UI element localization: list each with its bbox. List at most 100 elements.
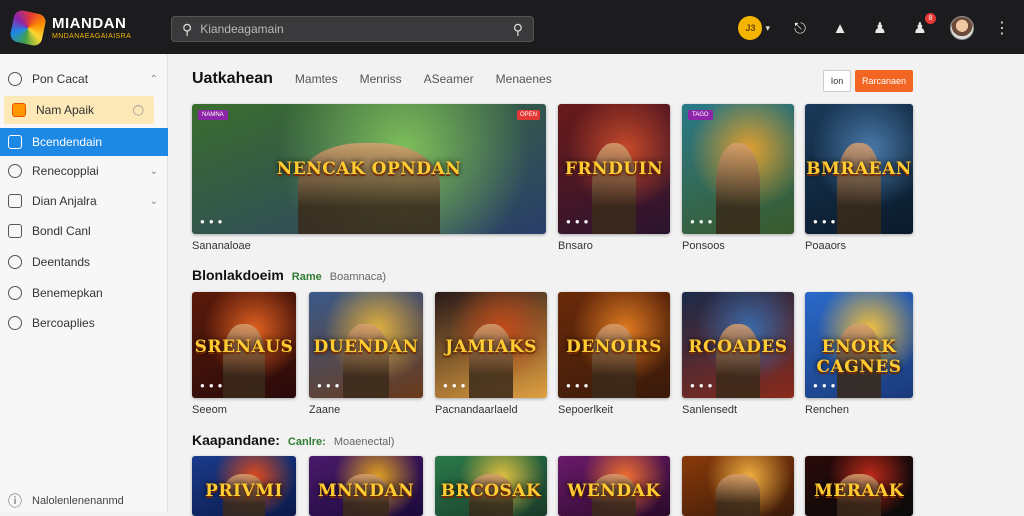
character-art: [837, 143, 881, 234]
game-card[interactable]: BMRAEAN ●●●: [805, 104, 913, 234]
microphone-icon[interactable]: ⎋: [790, 18, 810, 38]
game-card-caption[interactable]: Pacnandaarlaeld: [435, 404, 518, 416]
list-icon: [8, 224, 22, 238]
character-art: [298, 143, 440, 234]
tab-2[interactable]: ASeamer: [424, 72, 474, 86]
game-card[interactable]: MNNDAN: [309, 456, 423, 516]
search-bar[interactable]: ⚲ ⚲: [171, 16, 534, 42]
game-card[interactable]: JAMIAKS ●●●: [435, 292, 547, 398]
game-card[interactable]: RCOADES ●●●: [682, 292, 794, 398]
card-tag: TAGO: [688, 110, 713, 120]
sidebar-item-2[interactable]: Bcendendain: [0, 128, 168, 156]
avatar[interactable]: [950, 16, 974, 40]
game-card-caption[interactable]: Zaane: [309, 404, 340, 416]
game-art-title: PRIVMI: [205, 481, 283, 502]
search-input[interactable]: [200, 22, 505, 36]
sidebar-item-1[interactable]: Nam Apaik ◯: [4, 96, 154, 124]
sidebar-item-6[interactable]: Deentands: [0, 248, 168, 276]
character-art: [715, 143, 761, 234]
app-logo[interactable]: MIANDAN MNDANAEAGAIAISRA: [9, 9, 132, 47]
card-stats-icon: ●●●: [200, 217, 227, 226]
game-card-caption[interactable]: Seeom: [192, 404, 227, 416]
sidebar-item-8[interactable]: Bercoaplies: [0, 309, 168, 337]
sidebar-item-4[interactable]: Dian Anjalra ⌄: [0, 187, 168, 215]
section-filter[interactable]: Canlre:: [288, 436, 326, 448]
user-icon[interactable]: ♟: [870, 18, 890, 38]
logo-subtitle: MNDANAEAGAIAISRA: [52, 33, 132, 40]
primary-button[interactable]: Rarcanaen: [855, 70, 913, 92]
section-filter[interactable]: Rame: [292, 271, 322, 283]
game-card-caption[interactable]: Sepoerlkeit: [558, 404, 613, 416]
card-stats-icon: ●●●: [443, 381, 470, 390]
notification-badge: 8: [925, 13, 936, 24]
card-stats-icon: ●●●: [317, 381, 344, 390]
top-bar: MIANDAN MNDANAEAGAIAISRA ⚲ ⚲ J3 ▾ ⎋ ▲ ♟ …: [0, 0, 1024, 54]
game-art-title: BRCOSAK: [440, 481, 542, 502]
sidebar-item-5[interactable]: Bondl Canl: [0, 217, 168, 245]
more-options-icon[interactable]: ⋮: [994, 18, 1010, 38]
chevron-down-icon: ⌄: [149, 195, 158, 207]
coin-icon: J3: [738, 16, 763, 40]
character-art: [343, 323, 389, 398]
section-count: Moaenectal): [333, 436, 395, 448]
section-count: Boamnaca): [329, 271, 387, 283]
pin-icon: [8, 255, 22, 269]
game-card[interactable]: BRCOSAK: [435, 456, 547, 516]
section-title: Kaapandane:: [192, 432, 280, 448]
sidebar-item-3[interactable]: Renecopplai ⌄: [0, 157, 168, 185]
card-stats-icon: ●●●: [566, 381, 593, 390]
upload-icon[interactable]: ▲: [830, 18, 850, 38]
document-icon: [8, 135, 22, 149]
sidebar-item-0[interactable]: Pon Cacat ⌃: [0, 65, 168, 93]
chevron-up-icon: ⌃: [149, 73, 158, 85]
card-tag-right: OPEN: [516, 110, 540, 120]
game-art-title: MNNDAN: [317, 481, 415, 502]
game-card[interactable]: NENCAK OPNDAN NAMNA OPEN ●●●: [192, 104, 546, 234]
sidebar-footer[interactable]: ⓘ Nalolenlenenanmd: [0, 490, 168, 512]
game-card[interactable]: ENORK CAGNES ●●●: [805, 292, 913, 398]
section-header-2: Blonlakdoeim Rame Boamnaca): [192, 267, 386, 283]
game-card[interactable]: FRNDUIN ●●●: [558, 104, 670, 234]
game-card-caption[interactable]: Renchen: [805, 404, 849, 416]
bookmark-icon: [12, 103, 26, 117]
game-card[interactable]: SRENAUS ●●●: [192, 292, 296, 398]
secondary-button[interactable]: Ion: [823, 70, 851, 92]
game-card[interactable]: DENOIRS ●●●: [558, 292, 670, 398]
game-card-caption[interactable]: Bnsaro: [558, 240, 593, 252]
card-stats-icon: ●●●: [690, 217, 717, 226]
tab-0[interactable]: Mamtes: [295, 72, 338, 86]
game-card[interactable]: WENDAK: [558, 456, 670, 516]
game-card-caption[interactable]: Ponsoos: [682, 240, 725, 252]
game-card[interactable]: TAGO ●●●: [682, 104, 794, 234]
game-art-title: WENDAK: [567, 481, 661, 502]
page-title: Uatkahean: [192, 70, 273, 87]
coin-menu[interactable]: J3 ▾: [738, 16, 770, 40]
game-art-title: FRNDUIN: [564, 158, 664, 179]
sidebar-item-7[interactable]: Benemepkan: [0, 279, 168, 307]
sidebar: Pon Cacat ⌃ Nam Apaik ◯ Bcendendain Rene…: [0, 54, 168, 512]
game-card[interactable]: [682, 456, 794, 516]
tab-1[interactable]: Menriss: [360, 72, 402, 86]
game-card-caption[interactable]: Sanlensedt: [682, 404, 737, 416]
tab-3[interactable]: Menaenes: [496, 72, 552, 86]
game-art-title: MERAAK: [813, 481, 905, 502]
game-card[interactable]: DUENDAN ●●●: [309, 292, 423, 398]
game-art-title: SRENAUS: [194, 336, 294, 357]
folder-icon: [8, 194, 22, 208]
notifications-icon[interactable]: ♟ 8: [910, 13, 936, 38]
tab-bar: Uatkahean Mamtes Menriss ASeamer Menaene…: [192, 70, 552, 88]
game-art-title: NENCAK OPNDAN: [276, 158, 462, 179]
character-art: [468, 323, 514, 398]
game-art-title: RCOADES: [688, 336, 788, 357]
game-card-caption[interactable]: Sananaloae: [192, 240, 251, 252]
search-submit-icon[interactable]: ⚲: [513, 22, 523, 36]
character-art: [591, 323, 637, 398]
game-art-title: DENOIRS: [566, 336, 662, 357]
game-card[interactable]: PRIVMI: [192, 456, 296, 516]
top-actions: J3 ▾ ⎋ ▲ ♟ ♟ 8 ⋮: [738, 13, 1010, 42]
chevron-down-icon: ▾: [765, 22, 770, 33]
game-card[interactable]: MERAAK: [805, 456, 913, 516]
main-content: Uatkahean Mamtes Menriss ASeamer Menaene…: [168, 54, 1024, 516]
game-card-caption[interactable]: Poaaors: [805, 240, 846, 252]
card-tag: NAMNA: [198, 110, 228, 120]
